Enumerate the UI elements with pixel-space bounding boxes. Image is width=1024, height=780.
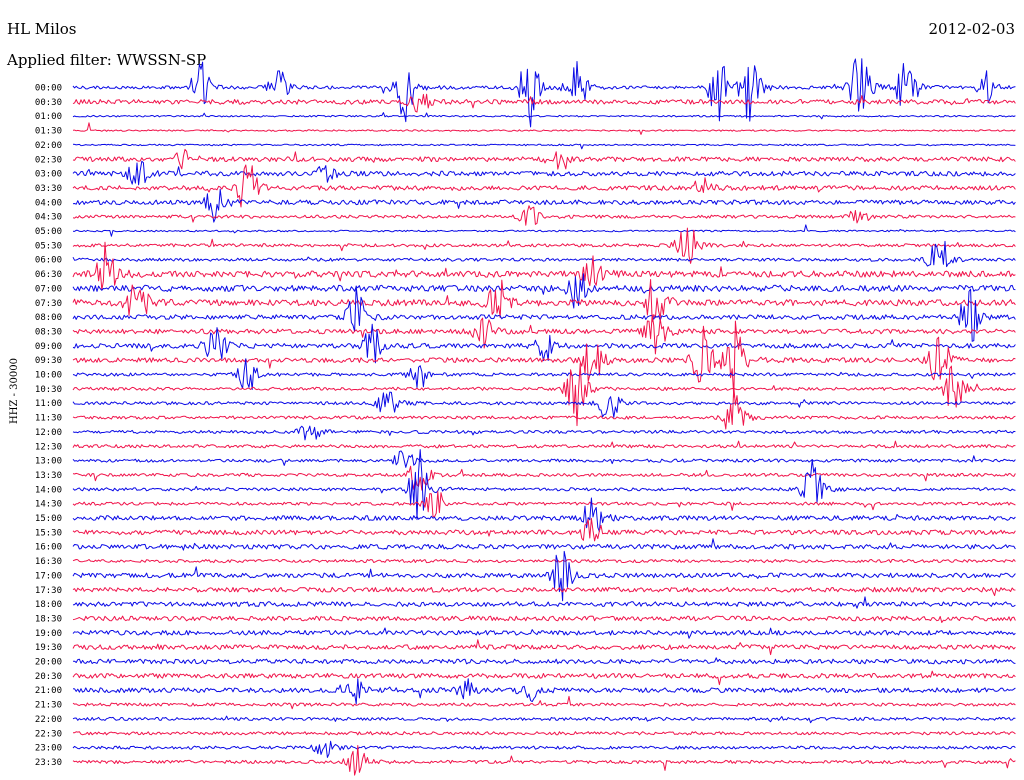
- row-time-label: 22:00: [35, 715, 62, 725]
- trace-row-37: [72, 615, 1016, 623]
- row-time-label: 05:30: [35, 241, 62, 251]
- row-time-label: 04:00: [35, 198, 62, 208]
- row-time-label: 17:30: [35, 586, 62, 596]
- trace-row-24: [72, 425, 1016, 441]
- row-time-label: 08:00: [35, 313, 62, 323]
- trace-row-3: [72, 122, 1016, 135]
- row-time-label: 13:30: [35, 471, 62, 481]
- row-time-label: 23:30: [35, 758, 62, 768]
- row-time-label: 06:30: [35, 270, 62, 280]
- row-time-label: 10:30: [35, 385, 62, 395]
- row-time-label: 10:00: [35, 371, 62, 381]
- trace-row-44: [72, 715, 1016, 724]
- trace-row-39: [72, 639, 1016, 656]
- row-time-label: 20:30: [35, 672, 62, 682]
- trace-row-40: [72, 657, 1016, 665]
- trace-row-31: [72, 517, 1016, 542]
- row-time-label: 02:00: [35, 141, 62, 151]
- row-time-label: 00:30: [35, 98, 62, 108]
- trace-row-23: [72, 386, 1016, 430]
- row-time-label: 16:30: [35, 557, 62, 567]
- row-time-label: 09:00: [35, 342, 62, 352]
- trace-row-36: [72, 596, 1016, 609]
- trace-row-29: [72, 491, 1016, 518]
- row-time-label: 12:00: [35, 428, 62, 438]
- trace-row-5: [72, 148, 1016, 170]
- trace-row-2: [72, 112, 1016, 120]
- trace-row-10: [72, 224, 1016, 237]
- trace-row-1: [72, 93, 1016, 113]
- trace-row-33: [72, 559, 1016, 564]
- row-time-label: 14:30: [35, 500, 62, 510]
- trace-row-35: [72, 586, 1016, 597]
- trace-row-13: [72, 241, 1016, 291]
- row-time-label: 06:00: [35, 256, 62, 266]
- row-time-label: 14:00: [35, 485, 62, 495]
- row-time-label: 18:00: [35, 600, 62, 610]
- trace-row-26: [72, 450, 1016, 468]
- row-time-label: 21:00: [35, 686, 62, 696]
- row-time-label: 01:00: [35, 112, 62, 122]
- row-time-label: 01:30: [35, 127, 62, 137]
- row-time-label: 19:00: [35, 629, 62, 639]
- trace-row-11: [72, 227, 1016, 264]
- row-time-label: 16:00: [35, 543, 62, 553]
- row-time-label: 00:00: [35, 84, 62, 94]
- row-time-label: 11:30: [35, 414, 62, 424]
- trace-row-45: [72, 731, 1016, 736]
- row-time-label: 23:00: [35, 744, 62, 754]
- row-time-label: 15:00: [35, 514, 62, 524]
- trace-row-9: [72, 205, 1016, 226]
- trace-row-47: [72, 745, 1016, 776]
- trace-row-7: [72, 164, 1016, 208]
- row-time-label: 19:30: [35, 643, 62, 653]
- row-time-label: 05:00: [35, 227, 62, 237]
- row-time-label: 13:00: [35, 457, 62, 467]
- row-time-label: 03:00: [35, 170, 62, 180]
- helicorder-plot: 00:00 00:30 01:00 01:30 02:00 02:30 03:00 03:30…: [35, 58, 1016, 776]
- trace-row-42: [72, 678, 1016, 705]
- trace-row-41: [72, 670, 1016, 686]
- trace-row-38: [72, 627, 1016, 639]
- trace-row-22: [72, 391, 1016, 418]
- row-time-label: 03:30: [35, 184, 62, 194]
- row-time-label: 02:30: [35, 155, 62, 165]
- trace-row-4: [72, 143, 1016, 150]
- trace-row-20: [72, 358, 1016, 390]
- row-time-label: 09:30: [35, 356, 62, 366]
- row-time-label: 07:00: [35, 284, 62, 294]
- row-time-label: 17:00: [35, 571, 62, 581]
- trace-row-46: [72, 740, 1016, 758]
- trace-row-21: [72, 363, 1016, 427]
- row-time-label: 18:30: [35, 614, 62, 624]
- row-time-label: 12:30: [35, 442, 62, 452]
- trace-row-32: [72, 538, 1016, 551]
- row-time-label: 07:30: [35, 299, 62, 309]
- row-time-label: 15:30: [35, 528, 62, 538]
- row-time-label: 11:00: [35, 399, 62, 409]
- row-time-label: 04:30: [35, 213, 62, 223]
- trace-row-25: [72, 440, 1016, 449]
- trace-row-27: [72, 465, 1016, 491]
- row-time-label: 08:30: [35, 327, 62, 337]
- row-time-label: 21:30: [35, 701, 62, 711]
- row-time-label: 22:30: [35, 729, 62, 739]
- trace-row-43: [72, 695, 1016, 710]
- row-time-label: 20:00: [35, 658, 62, 668]
- trace-row-6: [72, 160, 1016, 186]
- trace-row-34: [72, 550, 1016, 602]
